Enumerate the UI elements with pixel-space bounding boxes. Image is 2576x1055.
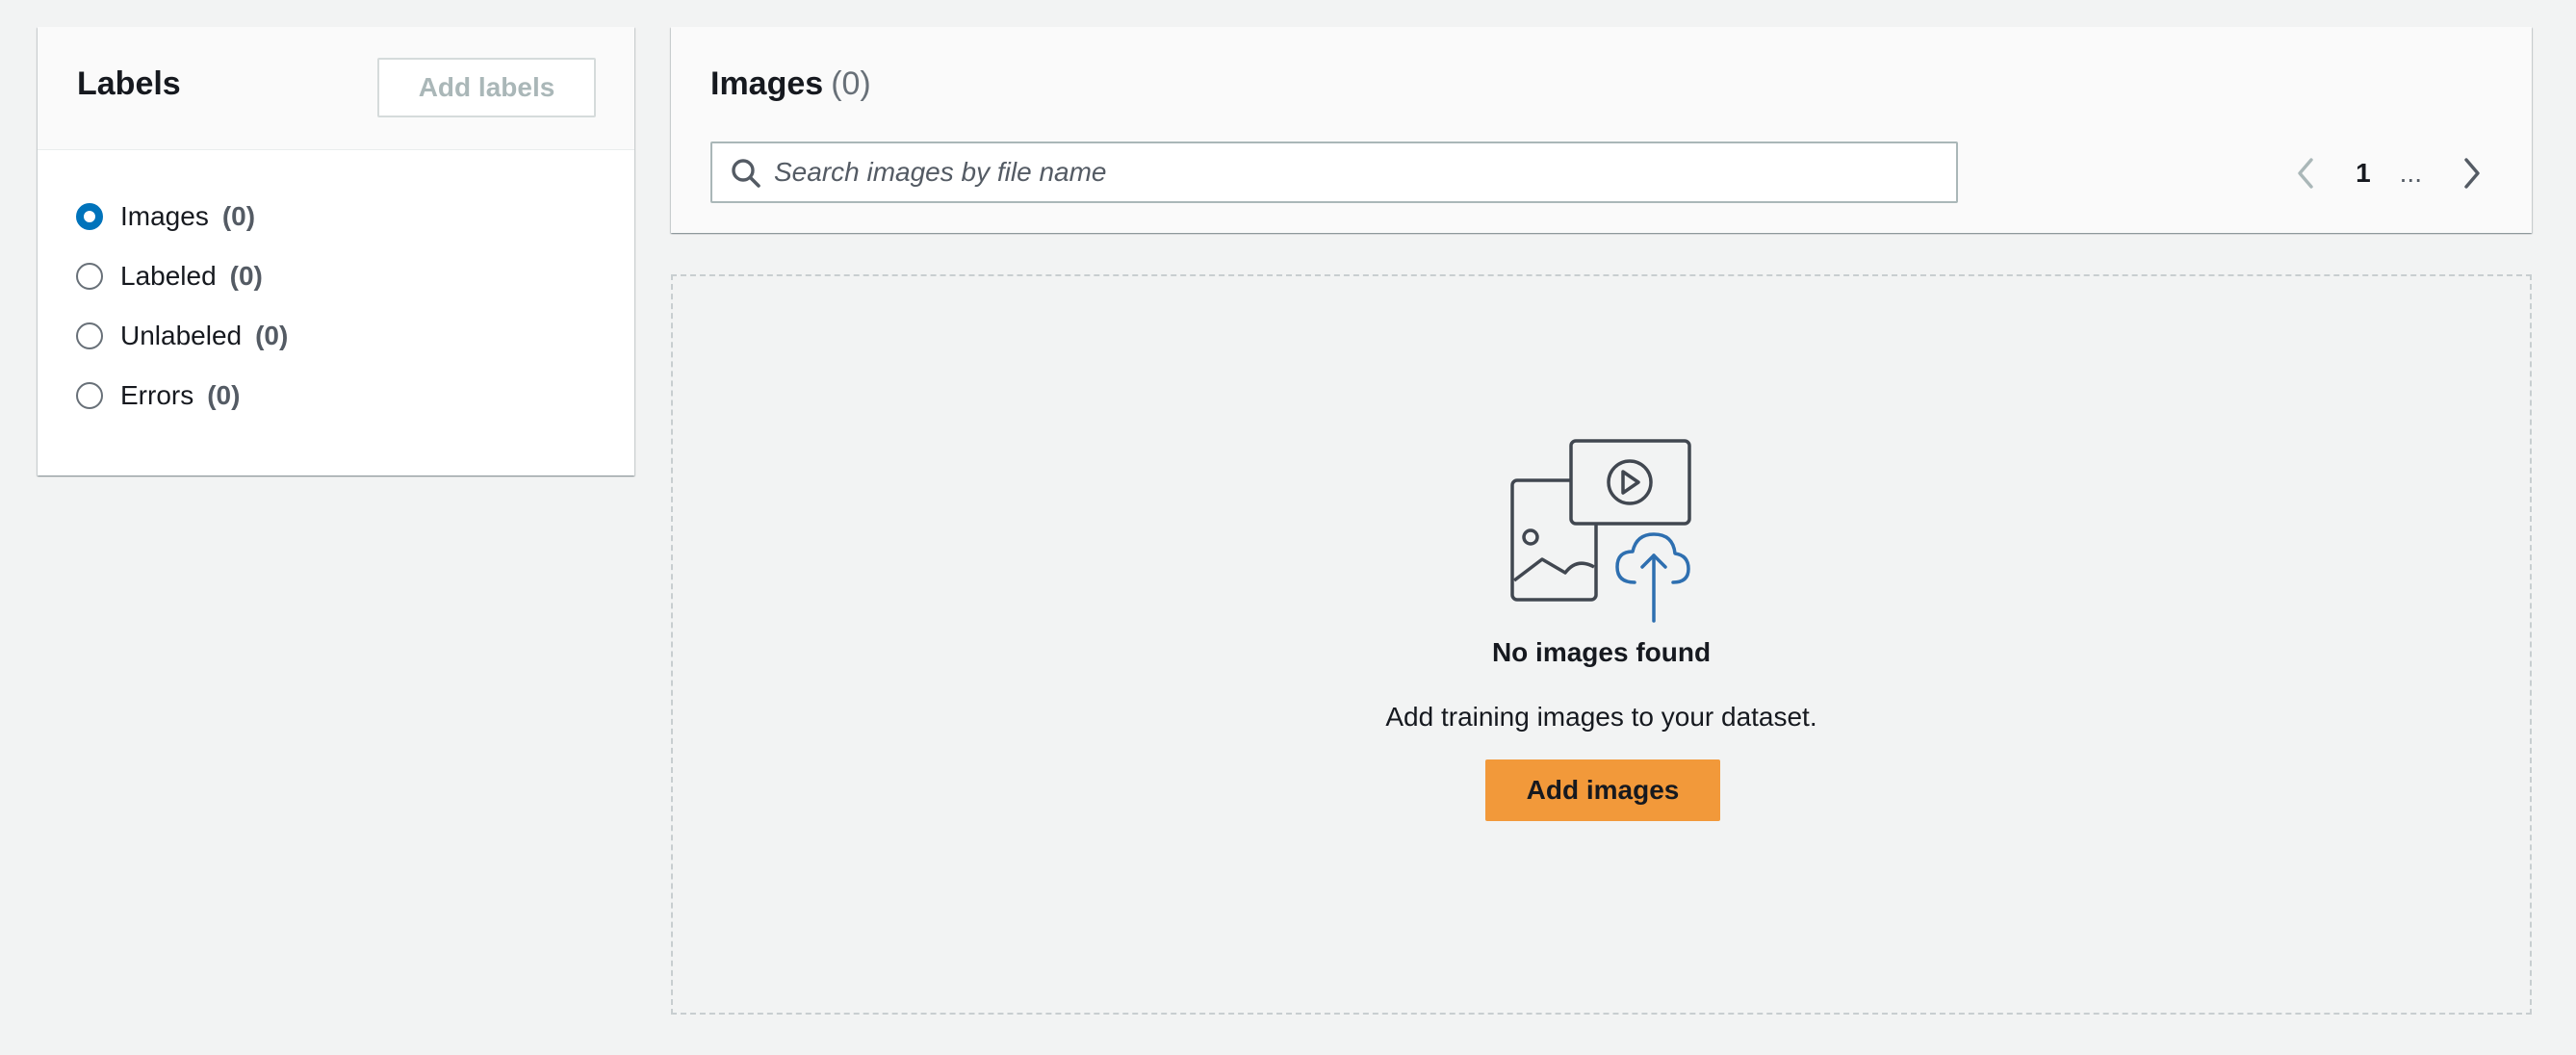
search-icon bbox=[732, 159, 760, 188]
radio-errors[interactable] bbox=[76, 382, 103, 409]
add-labels-button[interactable]: Add labels bbox=[377, 58, 596, 117]
empty-state-title: No images found bbox=[1491, 637, 1712, 667]
chevron-right-icon[interactable] bbox=[2455, 154, 2489, 193]
chevron-left-icon[interactable] bbox=[2288, 154, 2323, 193]
label-filter-name: Images bbox=[120, 201, 209, 231]
search-input[interactable] bbox=[774, 143, 1948, 201]
label-filter-count: (0) bbox=[229, 261, 263, 291]
label-filter-name: Errors bbox=[120, 380, 194, 410]
empty-state-description: Add training images to your dataset. bbox=[1385, 702, 1817, 732]
search-box bbox=[710, 142, 1958, 203]
label-filter-images[interactable]: Images (0) bbox=[76, 187, 288, 246]
label-filter-name: Labeled bbox=[120, 261, 217, 291]
labels-panel-header: Labels Add labels bbox=[38, 27, 634, 150]
label-filter-count: (0) bbox=[255, 321, 289, 350]
radio-unlabeled[interactable] bbox=[76, 322, 103, 349]
image-video-upload-icon bbox=[1510, 439, 1691, 623]
images-title-count: (0) bbox=[831, 65, 871, 102]
label-filter-list: Images (0) Labeled (0) Unlabeled (0) Err… bbox=[76, 187, 288, 425]
images-panel-title: Images (0) bbox=[710, 65, 871, 103]
images-panel: Images(0) 1 ... bbox=[671, 27, 2532, 233]
radio-labeled[interactable] bbox=[76, 263, 103, 290]
label-filter-count: (0) bbox=[221, 201, 256, 231]
label-filter-errors[interactable]: Errors (0) bbox=[76, 366, 288, 425]
labels-panel-title: Labels bbox=[77, 65, 181, 102]
label-filter-count: (0) bbox=[207, 380, 241, 410]
empty-state-dropzone: No images found Add training images to y… bbox=[671, 274, 2532, 1015]
pagination-ellipsis: ... bbox=[2399, 158, 2422, 188]
label-filter-unlabeled[interactable]: Unlabeled (0) bbox=[76, 306, 288, 366]
radio-images[interactable] bbox=[76, 203, 103, 230]
label-filter-name: Unlabeled bbox=[120, 321, 243, 350]
label-filter-labeled[interactable]: Labeled (0) bbox=[76, 246, 288, 306]
pagination: 1 ... bbox=[2288, 154, 2489, 193]
labels-panel: Labels Add labels Images (0) Labeled (0)… bbox=[38, 27, 634, 476]
add-images-button[interactable]: Add images bbox=[1485, 759, 1720, 821]
pagination-current-page[interactable]: 1 bbox=[2356, 158, 2371, 189]
images-title-text: Images bbox=[710, 65, 824, 102]
